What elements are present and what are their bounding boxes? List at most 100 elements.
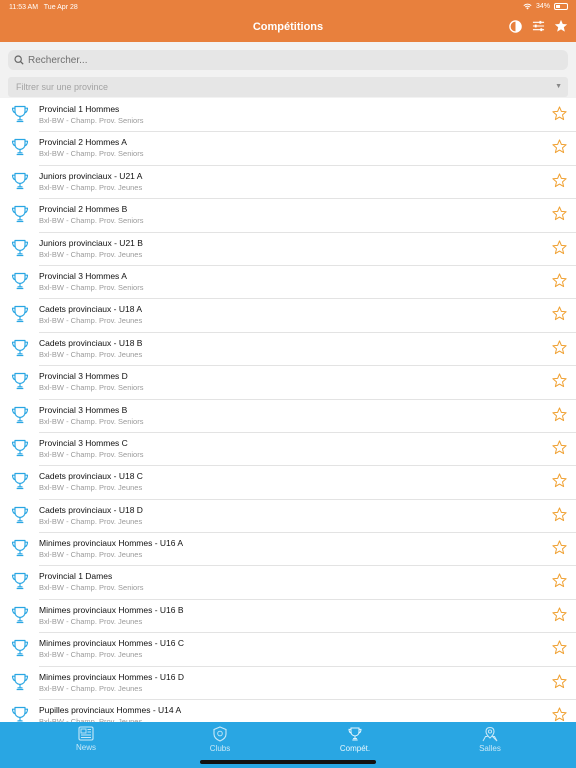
favorite-star-icon[interactable]: [552, 173, 567, 188]
competition-row[interactable]: Cadets provinciaux - U18 A Bxl-BW - Champ…: [0, 298, 576, 333]
status-bar-right: 34%: [523, 3, 568, 10]
status-time: 11:53 AM: [9, 4, 39, 11]
competition-subtitle: Bxl-BW - Champ. Prov. Jeunes: [39, 516, 143, 526]
favorite-star-icon[interactable]: [552, 206, 567, 221]
competition-title: Juniors provinciaux - U21 B: [39, 237, 143, 248]
favorite-star-icon[interactable]: [552, 674, 567, 689]
competition-title: Juniors provinciaux - U21 A: [39, 170, 143, 181]
competition-row[interactable]: Cadets provinciaux - U18 C Bxl-BW - Champ…: [0, 465, 576, 500]
competition-row[interactable]: Juniors provinciaux - U21 B Bxl-BW - Cham…: [0, 232, 576, 266]
favorite-star-icon[interactable]: [552, 373, 567, 388]
trophy-icon: [10, 171, 30, 191]
competition-subtitle: Bxl-BW - Champ. Prov. Seniors: [39, 282, 144, 292]
tab-clubs[interactable]: Clubs: [190, 726, 250, 753]
trophy-icon: [10, 238, 30, 258]
search-input[interactable]: [28, 54, 528, 66]
nav-actions: [508, 19, 568, 33]
competition-title: Minimes provinciaux Hommes - U16 B: [39, 604, 184, 615]
battery-percent: 34%: [535, 3, 550, 10]
competition-row[interactable]: Provincial 3 Hommes C Bxl-BW - Champ. Pro…: [0, 432, 576, 467]
competition-subtitle: Bxl-BW - Champ. Prov. Jeunes: [39, 349, 143, 359]
tab-clubs-label: Clubs: [209, 744, 231, 753]
competition-subtitle: Bxl-BW - Champ. Prov. Seniors: [39, 383, 144, 393]
favorite-star-icon[interactable]: [552, 707, 567, 722]
competition-row[interactable]: Provincial 3 Hommes D Bxl-BW - Champ. Pro…: [0, 365, 576, 400]
competition-title: Provincial 3 Hommes B: [39, 404, 128, 415]
favorite-star-icon[interactable]: [552, 240, 567, 255]
trophy-icon: [10, 471, 30, 491]
competition-title: Cadets provinciaux - U18 C: [39, 471, 143, 482]
competition-title: Cadets provinciaux - U18 A: [39, 304, 142, 315]
competition-title: Minimes provinciaux Hommes - U16 D: [39, 671, 185, 682]
competition-subtitle: Bxl-BW - Champ. Prov. Jeunes: [39, 616, 143, 626]
trophy-icon: [10, 338, 30, 358]
competition-title: Pupilles provinciaux Hommes - U14 A: [39, 705, 182, 716]
favorites-star-icon[interactable]: [554, 19, 568, 33]
trophy-icon: [10, 672, 30, 692]
trophy-icon: [10, 605, 30, 625]
competition-row[interactable]: Provincial 1 Hommes Bxl-BW - Champ. Prov.…: [0, 98, 576, 133]
search-icon: [14, 55, 24, 65]
competition-row[interactable]: Minimes provinciaux Hommes - U16 B Bxl-BW…: [0, 599, 576, 634]
favorite-star-icon[interactable]: [552, 507, 567, 522]
tab-competitions-label: Compét.: [339, 744, 371, 753]
tab-news[interactable]: News: [56, 726, 116, 752]
competition-row[interactable]: Provincial 2 Hommes B Bxl-BW - Champ. Pro…: [0, 198, 576, 233]
trophy-icon: [10, 638, 30, 658]
shield-icon: [213, 726, 227, 742]
competition-subtitle: Bxl-BW - Champ. Prov. Jeunes: [39, 182, 143, 192]
filter-sliders-icon[interactable]: [531, 19, 545, 33]
competition-row[interactable]: Pupilles provinciaux Hommes - U14 A Bxl-B…: [0, 699, 576, 722]
competition-subtitle: Bxl-BW - Champ. Prov. Jeunes: [39, 316, 143, 326]
competition-row[interactable]: Cadets provinciaux - U18 D Bxl-BW - Champ…: [0, 499, 576, 534]
search-field[interactable]: [8, 50, 568, 70]
competition-row[interactable]: Provincial 3 Hommes B Bxl-BW - Champ. Pro…: [0, 399, 576, 433]
trophy-icon: [10, 705, 30, 722]
tab-competitions[interactable]: Compét.: [325, 726, 385, 753]
competition-subtitle: Bxl-BW - Champ. Prov. Jeunes: [39, 550, 143, 560]
news-icon: [78, 726, 94, 741]
favorite-star-icon[interactable]: [552, 473, 567, 488]
favorite-star-icon[interactable]: [552, 106, 567, 121]
home-indicator: [200, 760, 376, 764]
favorite-star-icon[interactable]: [552, 540, 567, 555]
competition-subtitle: Bxl-BW - Champ. Prov. Jeunes: [39, 483, 143, 493]
competition-row[interactable]: Provincial 3 Hommes A Bxl-BW - Champ. Pro…: [0, 265, 576, 300]
competition-row[interactable]: Minimes provinciaux Hommes - U16 D Bxl-BW…: [0, 666, 576, 701]
competition-subtitle: Bxl-BW - Champ. Prov. Jeunes: [39, 683, 143, 693]
status-date: Tue Apr 28: [43, 4, 78, 11]
competition-row[interactable]: Minimes provinciaux Hommes - U16 C Bxl-BW…: [0, 632, 576, 667]
favorite-star-icon[interactable]: [552, 340, 567, 355]
competition-title: Provincial 2 Hommes A: [39, 137, 127, 148]
favorite-star-icon[interactable]: [552, 273, 567, 288]
search-area: Filtrer sur une province ▼: [0, 42, 576, 98]
competition-row[interactable]: Provincial 1 Dames Bxl-BW - Champ. Prov. …: [0, 565, 576, 600]
competition-subtitle: Bxl-BW - Champ. Prov. Seniors: [39, 416, 144, 426]
competition-title: Provincial 3 Hommes C: [39, 437, 128, 448]
competition-row[interactable]: Minimes provinciaux Hommes - U16 A Bxl-BW…: [0, 532, 576, 567]
province-filter-select[interactable]: Filtrer sur une province ▼: [8, 77, 568, 97]
favorite-star-icon[interactable]: [552, 640, 567, 655]
competition-row[interactable]: Juniors provinciaux - U21 A Bxl-BW - Cham…: [0, 165, 576, 200]
competition-title: Cadets provinciaux - U18 B: [39, 337, 143, 348]
trophy-icon: [10, 405, 30, 425]
favorite-star-icon[interactable]: [552, 306, 567, 321]
favorite-star-icon[interactable]: [552, 406, 567, 422]
favorite-star-icon[interactable]: [552, 573, 567, 588]
trophy-icon: [10, 371, 30, 391]
competition-title: Provincial 3 Hommes A: [39, 270, 127, 281]
tab-venues[interactable]: Salles: [460, 726, 520, 753]
toggle-icon[interactable]: [508, 19, 522, 33]
favorite-star-icon[interactable]: [552, 607, 567, 622]
competition-row[interactable]: Provincial 2 Hommes A Bxl-BW - Champ. Pro…: [0, 131, 576, 166]
favorite-star-icon[interactable]: [552, 139, 567, 154]
trophy-icon: [10, 505, 30, 525]
competition-row[interactable]: Cadets provinciaux - U18 B Bxl-BW - Champ…: [0, 332, 576, 367]
wifi-icon: [523, 3, 532, 10]
favorite-star-icon[interactable]: [552, 440, 567, 455]
trophy-icon: [10, 204, 30, 224]
competition-title: Provincial 3 Hommes D: [39, 371, 128, 382]
trophy-icon: [10, 137, 30, 157]
competition-subtitle: Bxl-BW - Champ. Prov. Jeunes: [39, 650, 143, 660]
trophy-icon: [10, 304, 30, 324]
